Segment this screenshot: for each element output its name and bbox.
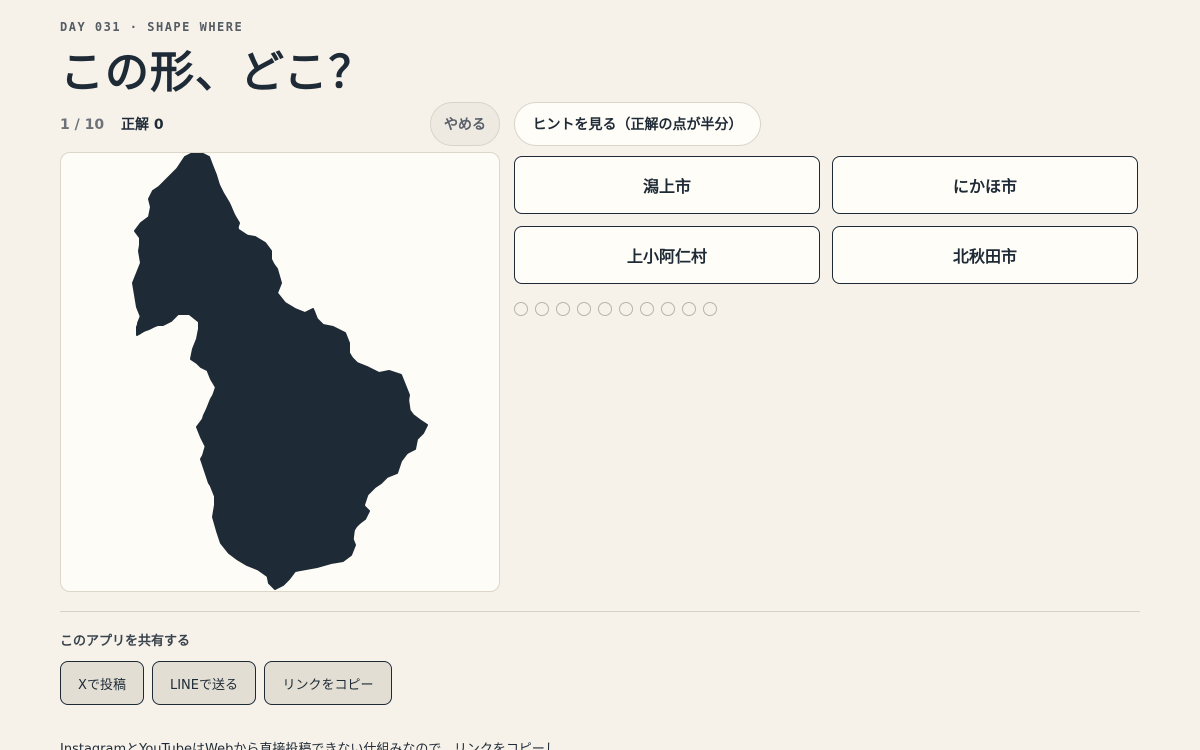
choice-button-4[interactable]: 北秋田市 [832,226,1138,284]
share-line-button[interactable]: LINEで送る [152,661,256,705]
progress-dot [640,302,654,316]
progress-dot [661,302,675,316]
progress-dot [577,302,591,316]
progress-dot [682,302,696,316]
question-progress: 1 / 10 [60,117,105,133]
quiz-status: 1 / 10 正解 0 [60,114,164,134]
copy-link-button[interactable]: リンクをコピー [264,661,392,705]
progress-dot [619,302,633,316]
share-heading: このアプリを共有する [60,634,191,649]
progress-dot [535,302,549,316]
day-label: DAY 031 · SHAPE WHERE [60,20,244,34]
shape-card [60,152,500,592]
progress-dot [514,302,528,316]
region-silhouette-icon [132,153,428,590]
section-divider [60,611,1140,612]
choice-button-3[interactable]: 上小阿仁村 [514,226,820,284]
quit-button[interactable]: やめる [430,102,500,146]
page-title: この形、どこ？ [60,47,374,98]
game-page: DAY 031 · SHAPE WHERE この形、どこ？ 1 / 10 正解 … [0,0,1200,750]
share-note: InstagramとYouTubeはWebから直接投稿できない仕組みなので、リン… [60,742,558,750]
progress-dot [556,302,570,316]
region-shape-upper-lobe [135,153,367,371]
choice-button-2[interactable]: にかほ市 [832,156,1138,214]
correct-count: 正解 0 [120,117,164,133]
progress-dots [514,302,717,316]
choice-button-1[interactable]: 潟上市 [514,156,820,214]
share-x-button[interactable]: Xで投稿 [60,661,144,705]
hint-button[interactable]: ヒントを見る（正解の点が半分） [514,102,761,146]
progress-dot [703,302,717,316]
progress-dot [598,302,612,316]
